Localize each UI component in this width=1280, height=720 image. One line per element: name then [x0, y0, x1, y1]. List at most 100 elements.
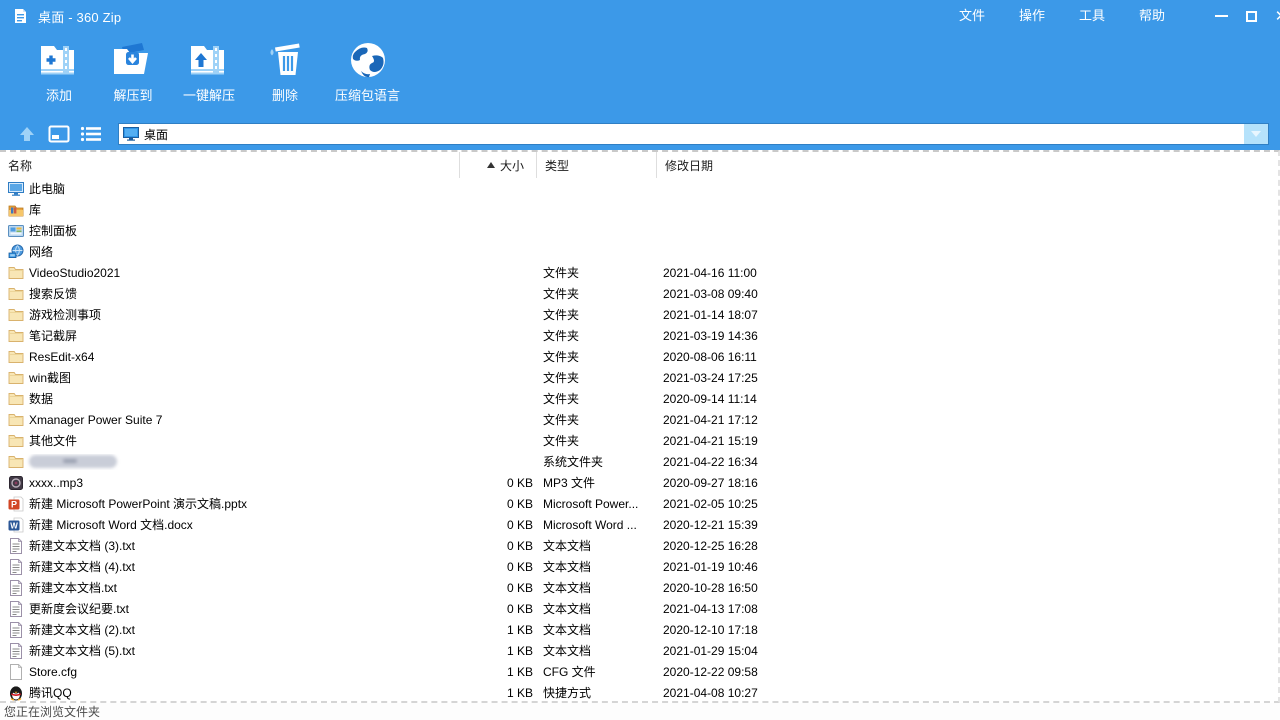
file-row[interactable]: 网络	[0, 241, 1278, 262]
library-icon	[8, 202, 24, 218]
toolbar-button-label: 一键解压	[183, 85, 235, 104]
file-date: 2021-04-16 11:00	[657, 266, 769, 280]
file-row[interactable]: 游戏检测事项 文件夹 2021-01-14 18:07	[0, 304, 1278, 325]
file-row[interactable]: ResEdit-x64 文件夹 2020-08-06 16:11	[0, 346, 1278, 367]
file-row[interactable]: 腾讯QQ 1 KB 快捷方式 2021-04-08 10:27	[0, 682, 1278, 701]
maximize-button[interactable]	[1236, 0, 1266, 32]
file-type: MP3 文件	[537, 474, 657, 491]
file-name: 数据	[29, 390, 53, 407]
addressbar: 桌面	[0, 118, 1280, 150]
file-type: 文件夹	[537, 390, 657, 407]
text-file-icon	[8, 643, 24, 659]
view-thumbnail-icon[interactable]	[46, 122, 72, 146]
control-panel-icon	[8, 223, 24, 239]
file-name: 新建文本文档 (3).txt	[29, 537, 135, 554]
sort-ascending-icon	[487, 162, 495, 168]
text-file-icon	[8, 559, 24, 575]
computer-icon	[8, 181, 24, 197]
file-type: 文件夹	[537, 411, 657, 428]
file-row[interactable]: Store.cfg 1 KB CFG 文件 2020-12-22 09:58	[0, 661, 1278, 682]
file-row[interactable]: xxxx..mp3 0 KB MP3 文件 2020-09-27 18:16	[0, 472, 1278, 493]
minimize-icon	[1215, 15, 1228, 17]
file-name: 库	[29, 201, 41, 218]
file-row[interactable]: W新建 Microsoft Word 文档.docx 0 KB Microsof…	[0, 514, 1278, 535]
dropdown-arrow-icon	[1251, 131, 1261, 137]
menu-item-file[interactable]: 文件	[942, 0, 1002, 32]
file-date: 2021-04-21 15:19	[657, 434, 769, 448]
file-type: 文件夹	[537, 285, 657, 302]
column-header-type[interactable]: 类型	[537, 152, 657, 178]
file-date: 2021-04-22 16:34	[657, 455, 769, 469]
redacted-file-name	[29, 455, 117, 468]
address-input[interactable]: 桌面	[118, 123, 1269, 145]
file-row[interactable]: 搜索反馈 文件夹 2021-03-08 09:40	[0, 283, 1278, 304]
globe-language-icon	[344, 38, 392, 82]
folder-icon	[8, 412, 24, 428]
close-button[interactable]: ✕	[1266, 0, 1280, 32]
file-date: 2021-03-19 14:36	[657, 329, 769, 343]
file-row[interactable]: 数据 文件夹 2020-09-14 11:14	[0, 388, 1278, 409]
file-row[interactable]: 控制面板	[0, 220, 1278, 241]
file-row[interactable]: 其他文件 文件夹 2021-04-21 15:19	[0, 430, 1278, 451]
file-row[interactable]: 新建文本文档 (2).txt 1 KB 文本文档 2020-12-10 17:1…	[0, 619, 1278, 640]
file-row[interactable]: 新建文本文档 (4).txt 0 KB 文本文档 2021-01-19 10:4…	[0, 556, 1278, 577]
view-list-icon[interactable]	[78, 122, 104, 146]
list-header: 名称大小类型修改日期	[0, 152, 1278, 178]
file-date: 2021-04-21 17:12	[657, 413, 769, 427]
file-name: 其他文件	[29, 432, 77, 449]
file-type: 文件夹	[537, 369, 657, 386]
file-date: 2020-09-14 11:14	[657, 392, 769, 406]
address-dropdown-button[interactable]	[1244, 124, 1268, 144]
file-type: Microsoft Word ...	[537, 518, 657, 532]
file-row[interactable]: 此电脑	[0, 178, 1278, 199]
extract-to-button[interactable]: 解压到	[96, 32, 170, 104]
folder-icon	[8, 265, 24, 281]
window-controls: ✕	[1206, 0, 1280, 32]
minimize-button[interactable]	[1206, 0, 1236, 32]
file-row[interactable]: 笔记截屏 文件夹 2021-03-19 14:36	[0, 325, 1278, 346]
file-row[interactable]: win截图 文件夹 2021-03-24 17:25	[0, 367, 1278, 388]
menu-item-tools[interactable]: 工具	[1062, 0, 1122, 32]
delete-button[interactable]: 删除	[248, 32, 322, 104]
file-row[interactable]: 系统文件夹 2021-04-22 16:34	[0, 451, 1278, 472]
file-size: 0 KB	[460, 476, 537, 490]
add-archive-icon	[35, 38, 83, 82]
file-name: VideoStudio2021	[29, 266, 120, 280]
file-type: 文本文档	[537, 537, 657, 554]
extract-to-icon	[109, 38, 157, 82]
word-icon: W	[8, 517, 24, 533]
file-type: 文本文档	[537, 579, 657, 596]
file-row[interactable]: 新建文本文档.txt 0 KB 文本文档 2020-10-28 16:50	[0, 577, 1278, 598]
archive-language-button[interactable]: 压缩包语言	[322, 32, 413, 104]
folder-icon	[8, 328, 24, 344]
file-row[interactable]: Xmanager Power Suite 7 文件夹 2021-04-21 17…	[0, 409, 1278, 430]
file-row[interactable]: VideoStudio2021 文件夹 2021-04-16 11:00	[0, 262, 1278, 283]
one-click-extract-button[interactable]: 一键解压	[170, 32, 248, 104]
file-row[interactable]: 更新度会议纪要.txt 0 KB 文本文档 2021-04-13 17:08	[0, 598, 1278, 619]
file-name: 笔记截屏	[29, 327, 77, 344]
file-name: 搜索反馈	[29, 285, 77, 302]
column-header-size[interactable]: 大小	[460, 152, 537, 178]
file-size: 0 KB	[460, 539, 537, 553]
file-date: 2021-01-19 10:46	[657, 560, 769, 574]
folder-icon	[8, 454, 24, 470]
toolbar-button-label: 添加	[46, 85, 72, 104]
column-header-date[interactable]: 修改日期	[657, 152, 769, 178]
up-arrow-icon[interactable]	[14, 122, 40, 146]
file-type: 文件夹	[537, 432, 657, 449]
menu-item-action[interactable]: 操作	[1002, 0, 1062, 32]
file-date: 2020-12-25 16:28	[657, 539, 769, 553]
file-row[interactable]: 新建文本文档 (3).txt 0 KB 文本文档 2020-12-25 16:2…	[0, 535, 1278, 556]
mp3-icon	[8, 475, 24, 491]
column-header-name[interactable]: 名称	[0, 152, 460, 178]
file-date: 2020-08-06 16:11	[657, 350, 769, 364]
file-date: 2020-10-28 16:50	[657, 581, 769, 595]
file-row[interactable]: 新建文本文档 (5).txt 1 KB 文本文档 2021-01-29 15:0…	[0, 640, 1278, 661]
menu-item-help[interactable]: 帮助	[1122, 0, 1182, 32]
file-size: 0 KB	[460, 602, 537, 616]
file-row[interactable]: 库	[0, 199, 1278, 220]
add-button[interactable]: 添加	[22, 32, 96, 104]
file-date: 2021-04-13 17:08	[657, 602, 769, 616]
file-row[interactable]: P新建 Microsoft PowerPoint 演示文稿.pptx 0 KB …	[0, 493, 1278, 514]
file-name: ResEdit-x64	[29, 350, 94, 364]
